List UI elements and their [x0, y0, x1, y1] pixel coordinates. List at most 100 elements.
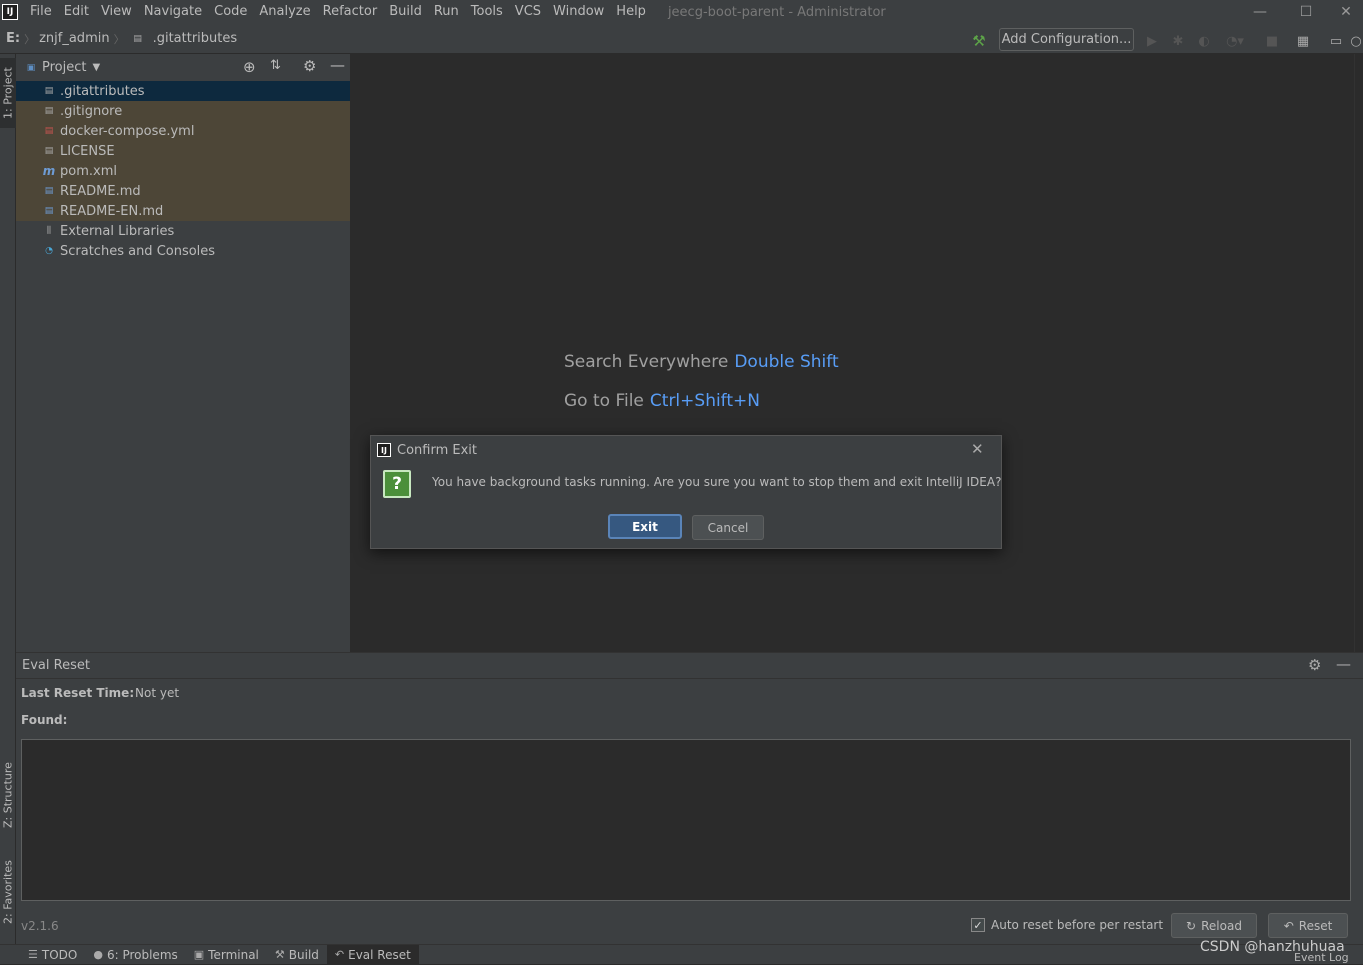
tab-build[interactable]: ⚒ Build: [267, 945, 327, 965]
question-icon: ?: [383, 470, 411, 498]
tree-item-label: .gitignore: [60, 103, 123, 119]
eval-reset-panel: Eval Reset ⚙ — Last Reset Time: Not yet …: [16, 652, 1363, 944]
hint-search-everywhere: Search Everywhere Double Shift: [564, 352, 839, 372]
hide-panel-icon[interactable]: —: [1336, 655, 1351, 673]
tab-label: 6: Problems: [106, 947, 178, 962]
breadcrumb-drive[interactable]: E:: [0, 31, 24, 46]
tab-favorites[interactable]: 2: Favorites: [0, 850, 16, 934]
markdown-file-icon: ▤: [44, 206, 54, 216]
found-list[interactable]: [21, 739, 1351, 901]
maven-file-icon: m: [42, 164, 56, 178]
tree-item-gitattributes[interactable]: ▤ .gitattributes: [16, 81, 350, 101]
menu-view[interactable]: View: [95, 0, 138, 24]
maximize-icon[interactable]: ☐: [1283, 0, 1329, 24]
debug-icon[interactable]: ✱: [1168, 30, 1188, 52]
tree-item-label: .gitattributes: [60, 83, 145, 99]
menu-refactor[interactable]: Refactor: [317, 0, 384, 24]
tab-problems[interactable]: ● 6: Problems: [85, 945, 185, 965]
build-hammer-icon[interactable]: ⚒: [968, 30, 990, 52]
tree-item-docker-compose[interactable]: ▤ docker-compose.yml: [16, 121, 350, 141]
reset-button[interactable]: Reset: [1299, 919, 1333, 933]
menu-build[interactable]: Build: [383, 0, 428, 24]
close-icon[interactable]: ✕: [971, 440, 984, 458]
menu-analyze[interactable]: Analyze: [253, 0, 316, 24]
menu-vcs[interactable]: VCS: [509, 0, 547, 24]
window-title: jeecg-boot-parent - Administrator: [667, 4, 886, 20]
chevron-down-icon[interactable]: ▼: [92, 62, 100, 73]
cancel-button[interactable]: Cancel: [692, 515, 764, 540]
hint-go-to-file: Go to File Ctrl+Shift+N: [564, 391, 760, 411]
text-file-icon: ▤: [44, 146, 54, 156]
project-structure-icon[interactable]: ▦: [1293, 30, 1313, 52]
collapse-all-icon[interactable]: ⇅: [270, 58, 281, 73]
tree-item-label: pom.xml: [60, 163, 117, 179]
run-icon[interactable]: ▶: [1142, 30, 1162, 52]
breadcrumb-folder[interactable]: znjf_admin: [35, 31, 113, 46]
tab-label: Build: [288, 947, 319, 962]
close-window-icon[interactable]: ✕: [1329, 0, 1363, 24]
hide-panel-icon[interactable]: —: [330, 56, 345, 74]
menu-bar: IJ File Edit View Navigate Code Analyze …: [0, 0, 1363, 24]
tree-item-label: External Libraries: [60, 223, 175, 239]
coverage-icon[interactable]: ◐: [1194, 30, 1214, 52]
eval-reset-header: Eval Reset ⚙ —: [16, 653, 1363, 679]
tree-item-readme[interactable]: ▤ README.md: [16, 181, 350, 201]
layout-icon[interactable]: ▭: [1326, 30, 1346, 52]
tab-eval-reset[interactable]: ↶ Eval Reset: [326, 944, 419, 965]
menu-edit[interactable]: Edit: [58, 0, 95, 24]
tab-project[interactable]: 1: Project: [0, 58, 16, 128]
menu-tools[interactable]: Tools: [465, 0, 509, 24]
auto-reset-label[interactable]: Auto reset before per restart: [991, 918, 1163, 932]
tab-todo[interactable]: ☰ TODO: [20, 945, 85, 965]
minimize-icon[interactable]: —: [1237, 0, 1283, 24]
file-icon: ▤: [44, 86, 54, 96]
hint-label: Go to File: [564, 391, 644, 411]
menu-window[interactable]: Window: [547, 0, 610, 24]
search-icon[interactable]: ○: [1349, 30, 1363, 52]
menu-code[interactable]: Code: [208, 0, 253, 24]
tree-item-label: LICENSE: [60, 143, 115, 159]
add-configuration-button[interactable]: Add Configuration...: [999, 28, 1134, 51]
reload-button[interactable]: Reload: [1201, 919, 1242, 933]
confirm-exit-dialog: IJ Confirm Exit ✕ ? You have background …: [370, 435, 1002, 549]
event-log-button[interactable]: Event Log: [1294, 951, 1349, 964]
scratches-icon: ◔: [45, 246, 53, 256]
tree-item-readme-en[interactable]: ▤ README-EN.md: [16, 201, 350, 221]
stop-icon[interactable]: ■: [1262, 30, 1282, 52]
profile-icon[interactable]: ◔▾: [1220, 30, 1250, 52]
tree-item-scratches[interactable]: ◔ Scratches and Consoles: [16, 241, 350, 261]
tree-item-gitignore[interactable]: ▤ .gitignore: [16, 101, 350, 121]
dialog-title-bar: IJ Confirm Exit ✕: [371, 436, 1001, 464]
exit-button[interactable]: Exit: [608, 514, 682, 539]
yaml-file-icon: ▤: [44, 126, 54, 136]
hint-shortcut: Ctrl+Shift+N: [649, 391, 760, 411]
undo-icon: ↶: [1283, 918, 1294, 933]
tab-terminal[interactable]: ▣ Terminal: [186, 945, 267, 965]
menu-help[interactable]: Help: [610, 0, 652, 24]
breadcrumb-file[interactable]: .gitattributes: [149, 31, 242, 46]
libraries-icon: ⫼: [46, 226, 52, 236]
tree-item-license[interactable]: ▤ LICENSE: [16, 141, 350, 161]
hint-label: Search Everywhere: [564, 352, 729, 372]
tab-favorites-label: 2: Favorites: [1, 860, 15, 924]
found-label: Found:: [21, 713, 68, 727]
tab-label: Terminal: [208, 947, 259, 962]
locate-icon[interactable]: ⊕: [243, 58, 256, 76]
auto-reset-checkbox[interactable]: ✓: [971, 918, 985, 932]
tree-item-pom[interactable]: m pom.xml: [16, 161, 350, 181]
list-icon: ☰: [28, 948, 38, 961]
last-reset-label: Last Reset Time:: [21, 686, 135, 700]
gear-icon[interactable]: ⚙: [1308, 656, 1321, 674]
left-tool-strip: 1: Project Z: Structure 2: Favorites: [0, 54, 16, 944]
project-view-icon: ▣: [26, 62, 36, 73]
menu-navigate[interactable]: Navigate: [138, 0, 208, 24]
chevron-right-icon: 〉: [24, 32, 36, 46]
gear-icon[interactable]: ⚙: [303, 57, 316, 75]
menu-run[interactable]: Run: [428, 0, 465, 24]
dialog-title: Confirm Exit: [397, 442, 477, 458]
project-title[interactable]: Project: [42, 60, 86, 75]
menu-file[interactable]: File: [24, 0, 58, 24]
tab-structure[interactable]: Z: Structure: [0, 754, 16, 836]
hammer-icon: ⚒: [274, 948, 285, 961]
tree-item-external-libraries[interactable]: ⫼ External Libraries: [16, 221, 350, 241]
